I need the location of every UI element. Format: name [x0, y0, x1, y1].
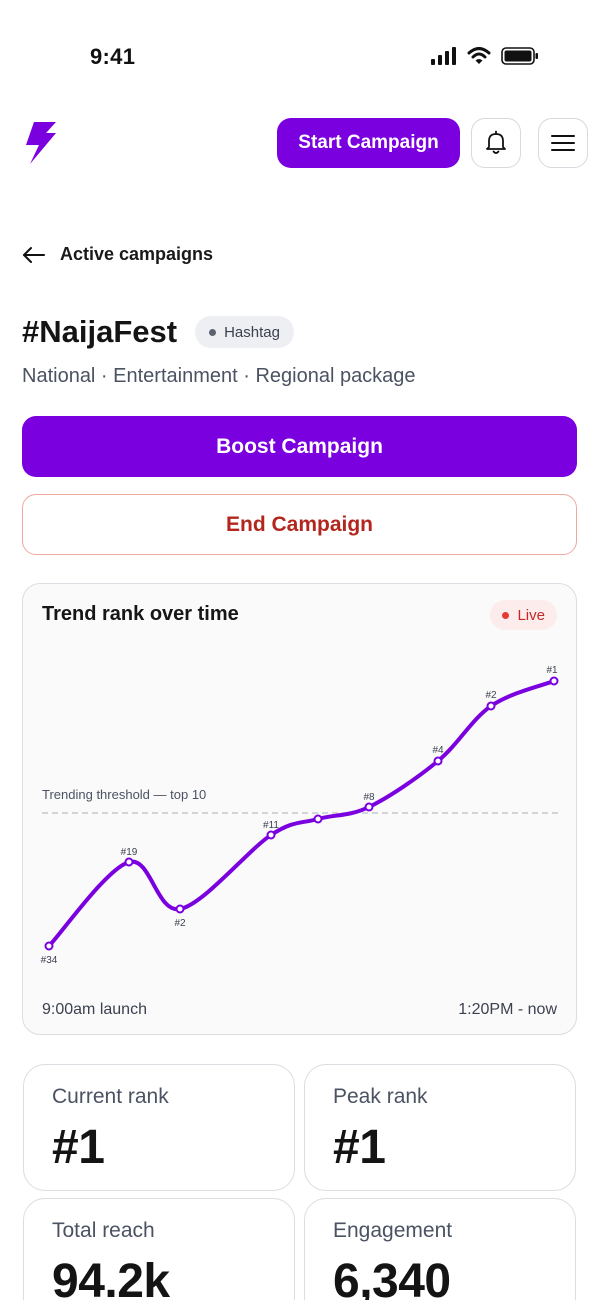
end-campaign-button[interactable]: End Campaign — [22, 494, 577, 555]
lightning-logo-icon[interactable] — [22, 120, 60, 166]
engagement-value: 6,340 — [333, 1255, 451, 1300]
peak-rank-label: Peak rank — [333, 1085, 428, 1108]
engagement-card: Engagement 6,340 — [304, 1198, 576, 1300]
chart-point — [486, 701, 496, 711]
notifications-button[interactable] — [471, 118, 521, 168]
signal-icon — [431, 47, 456, 65]
chart-point — [313, 814, 323, 824]
chart-point-label: #4 — [432, 745, 444, 756]
chart-point-label: #2 — [174, 918, 186, 929]
battery-icon — [501, 47, 538, 65]
chart-point-label: #8 — [363, 792, 375, 803]
status-icons — [431, 47, 539, 65]
chart-point — [175, 904, 185, 914]
chart-point-label: #2 — [485, 690, 497, 701]
current-rank-card: Current rank #1 — [23, 1064, 295, 1191]
bell-icon — [486, 130, 506, 154]
trend-rank-chart-card: Trending threshold — top 10 #34 #19 #2 #11 #8… — [22, 583, 577, 1035]
engagement-label: Engagement — [333, 1219, 453, 1242]
peak-rank-card: Peak rank #1 — [304, 1064, 576, 1191]
app-header: Start Campaign — [0, 110, 599, 180]
trending-threshold-label: Trending threshold — top 10 — [42, 787, 206, 802]
hamburger-menu-icon — [551, 135, 575, 151]
chart-point — [266, 830, 276, 840]
chart-title: Trend rank over time — [42, 603, 239, 625]
campaign-title-row: #NaijaFest Hashtag — [22, 314, 294, 350]
total-reach-label: Total reach — [52, 1219, 155, 1242]
peak-rank-value: #1 — [333, 1121, 386, 1174]
chart-point — [549, 676, 559, 686]
current-rank-label: Current rank — [52, 1085, 169, 1108]
campaign-subtitle: National · Entertainment · Regional pack… — [22, 365, 416, 387]
trend-rank-chart: Trending threshold — top 10 #34 #19 #2 #11 #8… — [41, 665, 559, 966]
chart-point — [124, 857, 134, 867]
arrow-left-icon — [23, 246, 45, 263]
boost-campaign-button[interactable]: Boost Campaign — [22, 416, 577, 477]
status-bar: 9:41 — [0, 0, 599, 100]
x-axis-start-label: 9:00am launch — [42, 1001, 147, 1018]
total-reach-value: 94.2k — [52, 1255, 170, 1300]
chart-point — [44, 941, 54, 951]
live-badge: Live — [490, 600, 557, 630]
chart-point-label: #19 — [121, 847, 138, 858]
menu-button[interactable] — [538, 118, 588, 168]
campaign-type-badge: Hashtag — [195, 316, 294, 348]
chart-point-label: #1 — [546, 665, 558, 676]
start-campaign-button[interactable]: Start Campaign — [277, 118, 460, 168]
live-dot-icon — [502, 611, 510, 619]
wifi-icon — [467, 47, 491, 64]
campaign-title: #NaijaFest — [22, 314, 178, 349]
back-to-active-campaigns[interactable]: Active campaigns — [22, 244, 213, 265]
back-label: Active campaigns — [60, 244, 214, 264]
status-time: 9:41 — [90, 44, 136, 69]
chart-point — [433, 756, 443, 766]
current-rank-value: #1 — [52, 1121, 105, 1174]
chart-point-label: #11 — [263, 820, 279, 831]
total-reach-card: Total reach 94.2k — [23, 1198, 295, 1300]
badge-dot-icon — [209, 328, 217, 336]
chart-point-label: #34 — [41, 955, 58, 966]
x-axis-end-label: 1:20PM - now — [458, 1001, 557, 1018]
badge-label: Hashtag — [224, 323, 280, 341]
live-label: Live — [517, 606, 545, 624]
chart-point — [364, 802, 374, 812]
